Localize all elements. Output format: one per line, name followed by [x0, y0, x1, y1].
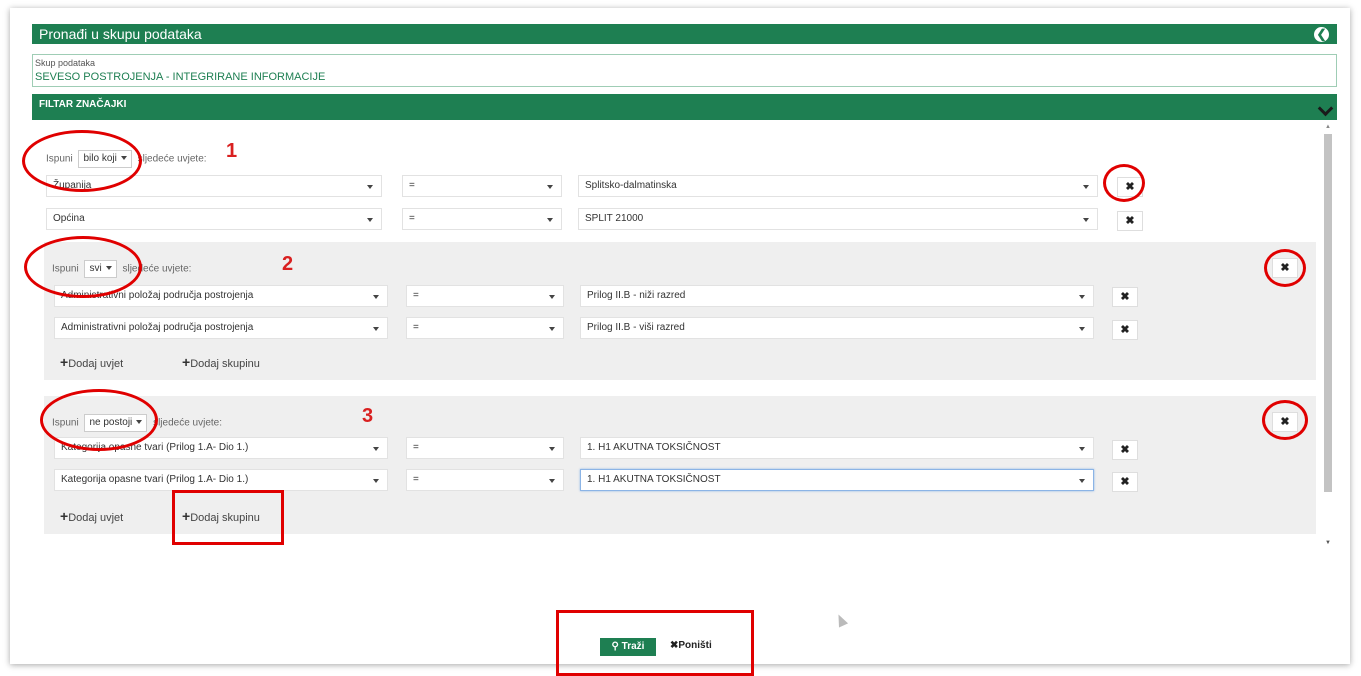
add-condition-button[interactable]: +Dodaj uvjet [60, 508, 123, 524]
caret-down-icon [547, 218, 553, 222]
chevron-down-icon[interactable] [1317, 100, 1334, 117]
value-select[interactable]: 1. H1 AKUTNA TOKSIČNOST [580, 437, 1094, 459]
plus-icon: + [60, 508, 69, 524]
condition-suffix: sljedeće uvjete: [153, 417, 222, 429]
dataset-label: Skup podataka [35, 58, 96, 68]
value-select[interactable]: Splitsko-dalmatinska [578, 175, 1098, 197]
annotation-number: 2 [282, 253, 294, 275]
scrollbar-thumb[interactable] [1324, 134, 1332, 492]
plus-icon: + [60, 354, 69, 370]
filter-header[interactable]: FILTAR ZNAČAJKI [32, 94, 1337, 120]
scroll-down-icon[interactable]: ▼ [1323, 540, 1333, 548]
panel-header: Pronađi u skupu podataka ❮ [32, 24, 1337, 44]
scrollbar[interactable]: ▲ ▼ [1323, 124, 1333, 548]
caret-down-icon [1079, 327, 1085, 331]
highlight-oval [40, 389, 158, 451]
back-icon[interactable]: ❮ [1314, 27, 1329, 42]
caret-down-icon [367, 185, 373, 189]
remove-condition-button[interactable]: ✖ [1117, 211, 1143, 231]
field-select[interactable]: Kategorija opasne tvari (Prilog 1.A- Dio… [54, 469, 388, 491]
filter-title: FILTAR ZNAČAJKI [39, 99, 127, 110]
caret-down-icon [547, 185, 553, 189]
plus-icon: + [182, 354, 191, 370]
highlight-rect [172, 490, 284, 545]
caret-down-icon [549, 447, 555, 451]
highlight-oval [1264, 249, 1306, 287]
value-select[interactable]: 1. H1 AKUTNA TOKSIČNOST [580, 469, 1094, 491]
close-icon: ✖ [1120, 291, 1130, 303]
close-icon: ✖ [1120, 476, 1130, 488]
caret-down-icon [549, 327, 555, 331]
add-group-button[interactable]: +Dodaj skupinu [182, 354, 260, 370]
caret-down-icon [1083, 218, 1089, 222]
close-icon: ✖ [1120, 444, 1130, 456]
caret-down-icon [373, 295, 379, 299]
dataset-value[interactable]: SEVESO POSTROJENJA - INTEGRIRANE INFORMA… [35, 71, 1336, 83]
highlight-oval [1262, 400, 1308, 440]
highlight-oval [1103, 164, 1145, 202]
caret-down-icon [549, 295, 555, 299]
value-select[interactable]: SPLIT 21000 [578, 208, 1098, 230]
scroll-up-icon[interactable]: ▲ [1323, 124, 1333, 132]
annotation-number: 1 [226, 140, 238, 162]
caret-down-icon [1079, 479, 1085, 483]
close-icon: ✖ [1125, 215, 1135, 227]
add-condition-button[interactable]: +Dodaj uvjet [60, 354, 123, 370]
remove-condition-button[interactable]: ✖ [1112, 287, 1138, 307]
field-select[interactable]: Općina [46, 208, 382, 230]
caret-down-icon [1083, 185, 1089, 189]
caret-down-icon [1079, 295, 1085, 299]
caret-down-icon [373, 447, 379, 451]
remove-condition-button[interactable]: ✖ [1112, 320, 1138, 340]
caret-down-icon [373, 327, 379, 331]
operator-select[interactable]: = [406, 469, 564, 491]
value-select[interactable]: Prilog II.B - viši razred [580, 317, 1094, 339]
field-select[interactable]: Administrativni položaj područja postroj… [54, 317, 388, 339]
dataset-box: Skup podataka SEVESO POSTROJENJA - INTEG… [32, 54, 1337, 87]
remove-condition-button[interactable]: ✖ [1112, 472, 1138, 492]
close-icon: ✖ [1120, 324, 1130, 336]
remove-condition-button[interactable]: ✖ [1112, 440, 1138, 460]
caret-down-icon [373, 479, 379, 483]
condition-suffix: sljedeće uvjete: [137, 153, 207, 165]
caret-down-icon [549, 479, 555, 483]
highlight-rect [556, 610, 754, 676]
highlight-oval [22, 130, 142, 192]
annotation-number: 3 [362, 405, 374, 427]
operator-select[interactable]: = [406, 317, 564, 339]
operator-select[interactable]: = [406, 437, 564, 459]
operator-select[interactable]: = [406, 285, 564, 307]
caret-down-icon [1079, 447, 1085, 451]
highlight-oval [24, 236, 142, 298]
value-select[interactable]: Prilog II.B - niži razred [580, 285, 1094, 307]
panel-title: Pronađi u skupu podataka [39, 26, 202, 42]
operator-select[interactable]: = [402, 175, 562, 197]
caret-down-icon [367, 218, 373, 222]
operator-select[interactable]: = [402, 208, 562, 230]
